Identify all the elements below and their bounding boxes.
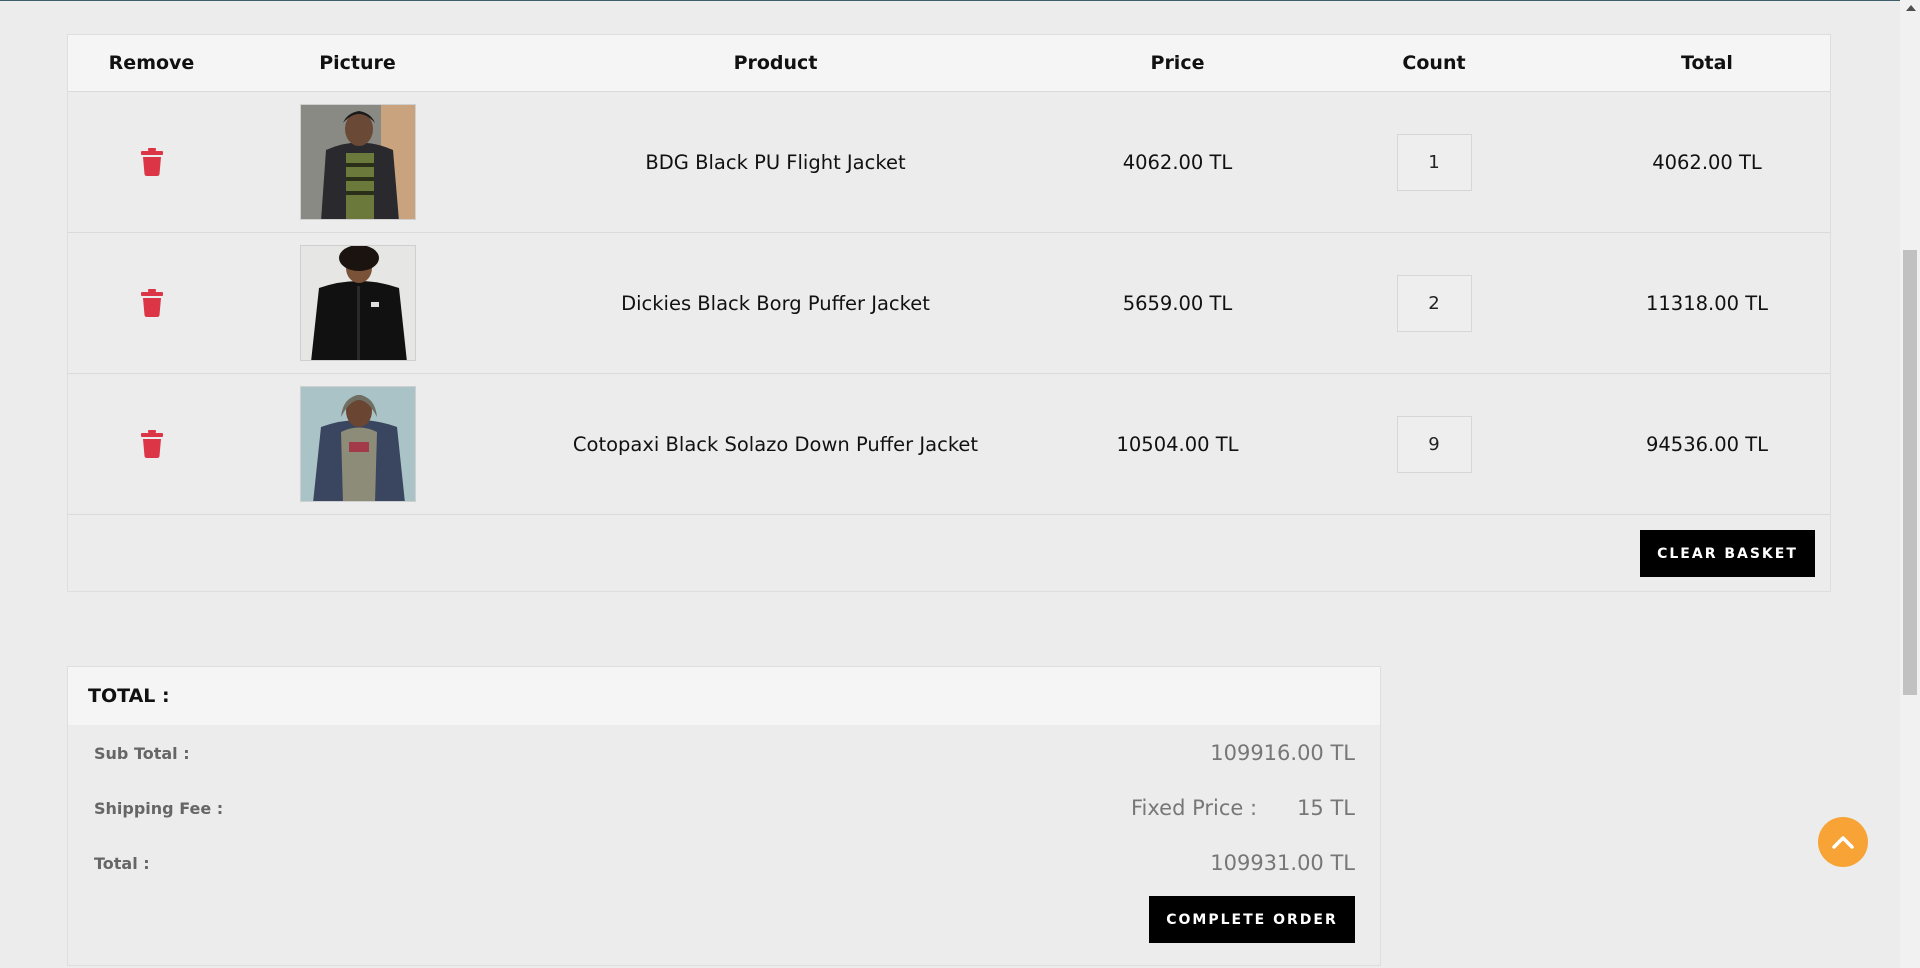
complete-order-button[interactable]: COMPLETE ORDER: [1149, 896, 1355, 943]
shipping-value: 15 TL: [1297, 796, 1355, 820]
trash-icon[interactable]: [140, 148, 164, 176]
remove-cell: [68, 233, 235, 373]
count-cell: [1284, 233, 1584, 373]
product-image[interactable]: [299, 245, 416, 361]
cart-header: Remove Picture Product Price Count Total: [68, 35, 1830, 91]
quantity-input[interactable]: [1396, 274, 1472, 332]
shipping-type: Fixed Price :: [1130, 796, 1258, 820]
product-price: 5659.00 TL: [1122, 291, 1233, 315]
cart-table: Remove Picture Product Price Count Total: [67, 34, 1831, 592]
header-count: Count: [1402, 52, 1466, 74]
summary-heading: TOTAL :: [68, 667, 1380, 725]
back-to-top-button[interactable]: [1818, 817, 1868, 867]
cart-row: Dickies Black Borg Puffer Jacket 5659.00…: [68, 232, 1830, 373]
product-price: 10504.00 TL: [1116, 432, 1239, 456]
product-total: 11318.00 TL: [1645, 291, 1769, 315]
header-product: Product: [733, 52, 818, 74]
header-remove: Remove: [108, 52, 195, 74]
grand-total-line: Total : 109931.00 TL: [94, 851, 1355, 875]
order-summary: TOTAL : Sub Total : 109916.00 TL Shippin…: [67, 666, 1381, 966]
product-image[interactable]: [299, 104, 416, 220]
header-price: Price: [1150, 52, 1205, 74]
top-border: [0, 0, 1920, 1]
grand-total-label: Total :: [94, 853, 150, 873]
clear-basket-button[interactable]: CLEAR BASKET: [1640, 530, 1815, 577]
remove-cell: [68, 374, 235, 514]
product-image[interactable]: [299, 386, 416, 502]
product-name[interactable]: BDG Black PU Flight Jacket: [480, 92, 1071, 232]
cart-row: Cotopaxi Black Solazo Down Puffer Jacket…: [68, 373, 1830, 514]
remove-cell: [68, 92, 235, 232]
chevron-up-icon: [1832, 836, 1854, 849]
picture-cell: [235, 92, 480, 232]
shipping-value-group: Fixed Price : 15 TL: [1131, 796, 1355, 820]
scroll-up-arrow-icon[interactable]: [1906, 5, 1916, 11]
shipping-line: Shipping Fee : Fixed Price : 15 TL: [94, 796, 1355, 820]
product-total: 94536.00 TL: [1645, 432, 1769, 456]
picture-cell: [235, 233, 480, 373]
product-name[interactable]: Dickies Black Borg Puffer Jacket: [480, 233, 1071, 373]
cart-footer: CLEAR BASKET: [68, 514, 1830, 592]
picture-cell: [235, 374, 480, 514]
grand-total-value: 109931.00 TL: [1210, 851, 1355, 875]
subtotal-line: Sub Total : 109916.00 TL: [94, 741, 1355, 765]
shipping-label: Shipping Fee :: [94, 798, 224, 818]
quantity-input[interactable]: [1396, 415, 1472, 473]
trash-icon[interactable]: [140, 289, 164, 317]
scrollbar-thumb[interactable]: [1903, 250, 1917, 695]
trash-icon[interactable]: [140, 430, 164, 458]
header-total: Total: [1681, 52, 1733, 74]
quantity-input[interactable]: [1396, 133, 1472, 191]
cart-row: BDG Black PU Flight Jacket 4062.00 TL 40…: [68, 91, 1830, 232]
count-cell: [1284, 92, 1584, 232]
subtotal-value: 109916.00 TL: [1210, 741, 1355, 765]
header-picture: Picture: [319, 52, 396, 74]
product-total: 4062.00 TL: [1652, 150, 1762, 174]
product-name[interactable]: Cotopaxi Black Solazo Down Puffer Jacket: [480, 374, 1071, 514]
count-cell: [1284, 374, 1584, 514]
subtotal-label: Sub Total :: [94, 743, 190, 763]
scrollbar[interactable]: [1900, 0, 1920, 968]
product-price: 4062.00 TL: [1122, 150, 1233, 174]
